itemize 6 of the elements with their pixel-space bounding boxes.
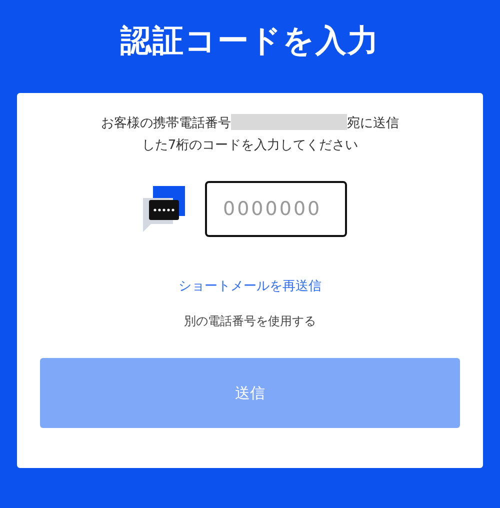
- message-bubble-icon: [143, 186, 185, 232]
- instruction-text: お客様の携帯電話番号 宛に送信した7桁のコードを入力してください: [100, 113, 400, 155]
- use-other-number-link[interactable]: 別の電話番号を使用する: [184, 313, 316, 330]
- resend-sms-link[interactable]: ショートメールを再送信: [178, 277, 322, 295]
- page-title: 認証コードを入力: [119, 22, 380, 61]
- code-input-field[interactable]: 0000000: [205, 181, 347, 237]
